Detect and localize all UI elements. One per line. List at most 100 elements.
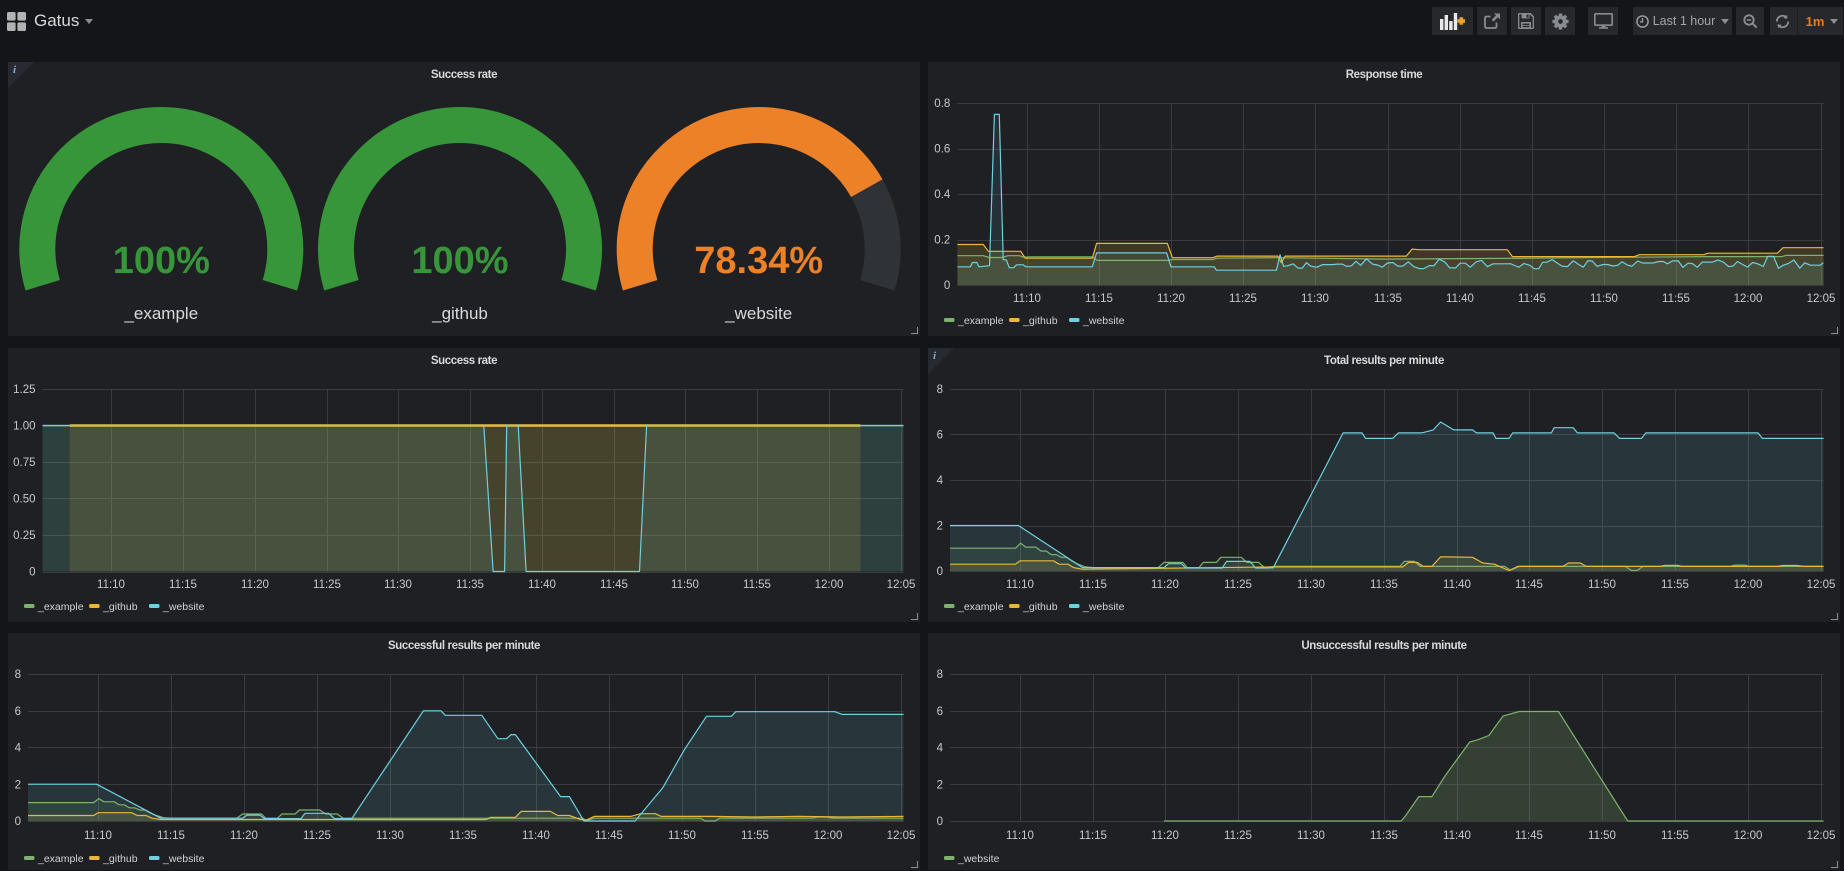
svg-text:11:20: 11:20 bbox=[1157, 293, 1185, 305]
svg-text:12:00: 12:00 bbox=[815, 579, 844, 591]
svg-text:11:25: 11:25 bbox=[1224, 579, 1252, 591]
svg-text:_website: _website bbox=[957, 853, 1000, 865]
svg-text:11:30: 11:30 bbox=[376, 830, 404, 842]
svg-text:100%: 100% bbox=[113, 240, 210, 282]
svg-text:11:30: 11:30 bbox=[1297, 830, 1325, 842]
svg-text:11:25: 11:25 bbox=[1229, 293, 1257, 305]
svg-text:0: 0 bbox=[937, 816, 943, 828]
svg-text:12:05: 12:05 bbox=[1807, 830, 1836, 842]
svg-text:11:35: 11:35 bbox=[456, 579, 484, 591]
svg-text:4: 4 bbox=[15, 743, 22, 755]
svg-text:11:20: 11:20 bbox=[241, 579, 269, 591]
svg-text:_github: _github bbox=[102, 601, 138, 613]
svg-text:6: 6 bbox=[15, 706, 21, 718]
svg-text:_website: _website bbox=[162, 601, 205, 613]
svg-text:0.6: 0.6 bbox=[934, 144, 950, 156]
svg-text:1.00: 1.00 bbox=[13, 421, 35, 433]
svg-text:11:15: 11:15 bbox=[1079, 830, 1107, 842]
svg-text:11:55: 11:55 bbox=[1662, 293, 1690, 305]
svg-text:0: 0 bbox=[29, 567, 35, 579]
svg-text:0.25: 0.25 bbox=[13, 530, 35, 542]
svg-text:0: 0 bbox=[944, 280, 950, 292]
svg-text:11:55: 11:55 bbox=[743, 579, 771, 591]
svg-text:11:10: 11:10 bbox=[1006, 579, 1034, 591]
svg-text:12:00: 12:00 bbox=[814, 830, 843, 842]
svg-text:11:20: 11:20 bbox=[1151, 579, 1179, 591]
svg-text:100%: 100% bbox=[411, 240, 508, 282]
svg-text:_website: _website bbox=[1082, 601, 1125, 613]
svg-text:11:30: 11:30 bbox=[1301, 293, 1329, 305]
svg-text:11:50: 11:50 bbox=[1588, 579, 1616, 591]
svg-text:11:40: 11:40 bbox=[1443, 579, 1471, 591]
svg-text:12:05: 12:05 bbox=[887, 579, 916, 591]
svg-text:2: 2 bbox=[15, 779, 21, 791]
svg-text:11:15: 11:15 bbox=[157, 830, 185, 842]
svg-text:11:10: 11:10 bbox=[84, 830, 112, 842]
svg-text:_github: _github bbox=[431, 304, 488, 323]
svg-text:11:45: 11:45 bbox=[595, 830, 623, 842]
svg-text:_example: _example bbox=[37, 601, 84, 613]
svg-text:11:20: 11:20 bbox=[1151, 830, 1179, 842]
svg-text:4: 4 bbox=[937, 743, 944, 755]
svg-text:12:05: 12:05 bbox=[1807, 293, 1836, 305]
svg-text:11:30: 11:30 bbox=[384, 579, 412, 591]
svg-text:11:40: 11:40 bbox=[1443, 830, 1471, 842]
svg-text:11:55: 11:55 bbox=[1661, 830, 1689, 842]
svg-text:8: 8 bbox=[937, 384, 943, 396]
svg-text:0: 0 bbox=[15, 816, 21, 828]
svg-text:2: 2 bbox=[937, 521, 943, 533]
svg-text:_github: _github bbox=[1022, 601, 1058, 613]
svg-text:11:50: 11:50 bbox=[1590, 293, 1618, 305]
svg-text:11:45: 11:45 bbox=[1515, 579, 1543, 591]
svg-text:_example: _example bbox=[37, 853, 84, 865]
svg-text:0.2: 0.2 bbox=[934, 235, 950, 247]
svg-text:11:35: 11:35 bbox=[1370, 579, 1398, 591]
svg-text:_website: _website bbox=[162, 853, 205, 865]
svg-text:11:55: 11:55 bbox=[1661, 579, 1689, 591]
svg-text:0.50: 0.50 bbox=[13, 494, 35, 506]
svg-text:_website: _website bbox=[724, 304, 792, 323]
svg-text:0.4: 0.4 bbox=[934, 189, 951, 201]
svg-text:12:05: 12:05 bbox=[887, 830, 916, 842]
svg-text:0.75: 0.75 bbox=[13, 457, 35, 469]
svg-text:6: 6 bbox=[937, 706, 943, 718]
svg-text:4: 4 bbox=[937, 475, 944, 487]
svg-text:11:10: 11:10 bbox=[97, 579, 125, 591]
svg-text:0: 0 bbox=[937, 566, 943, 578]
svg-text:11:25: 11:25 bbox=[313, 579, 341, 591]
svg-text:8: 8 bbox=[15, 669, 21, 681]
svg-text:78.34%: 78.34% bbox=[694, 240, 823, 282]
svg-text:12:05: 12:05 bbox=[1807, 579, 1836, 591]
svg-text:11:25: 11:25 bbox=[1224, 830, 1252, 842]
svg-text:12:00: 12:00 bbox=[1734, 579, 1763, 591]
svg-text:11:45: 11:45 bbox=[1515, 830, 1543, 842]
svg-text:11:35: 11:35 bbox=[1370, 830, 1398, 842]
svg-text:11:45: 11:45 bbox=[1518, 293, 1546, 305]
svg-text:11:15: 11:15 bbox=[1079, 579, 1107, 591]
svg-text:0.8: 0.8 bbox=[934, 98, 950, 110]
svg-text:11:40: 11:40 bbox=[1446, 293, 1474, 305]
svg-text:11:30: 11:30 bbox=[1297, 579, 1325, 591]
svg-text:_website: _website bbox=[1082, 315, 1125, 327]
svg-text:11:40: 11:40 bbox=[528, 579, 556, 591]
svg-text:11:35: 11:35 bbox=[449, 830, 477, 842]
svg-text:11:35: 11:35 bbox=[1374, 293, 1402, 305]
svg-text:_github: _github bbox=[102, 853, 138, 865]
svg-text:6: 6 bbox=[937, 430, 943, 442]
svg-text:11:40: 11:40 bbox=[522, 830, 550, 842]
svg-text:_example: _example bbox=[957, 601, 1004, 613]
svg-text:11:20: 11:20 bbox=[230, 830, 258, 842]
svg-text:_example: _example bbox=[123, 304, 198, 323]
svg-text:12:00: 12:00 bbox=[1734, 293, 1763, 305]
svg-text:11:10: 11:10 bbox=[1013, 293, 1041, 305]
svg-text:_example: _example bbox=[957, 315, 1004, 327]
svg-text:2: 2 bbox=[937, 779, 943, 791]
svg-text:11:50: 11:50 bbox=[668, 830, 696, 842]
svg-text:11:50: 11:50 bbox=[671, 579, 699, 591]
svg-text:11:15: 11:15 bbox=[1085, 293, 1113, 305]
svg-text:11:15: 11:15 bbox=[169, 579, 197, 591]
svg-text:11:10: 11:10 bbox=[1006, 830, 1034, 842]
svg-text:11:55: 11:55 bbox=[741, 830, 769, 842]
svg-text:11:50: 11:50 bbox=[1588, 830, 1616, 842]
svg-text:1.25: 1.25 bbox=[13, 384, 35, 396]
